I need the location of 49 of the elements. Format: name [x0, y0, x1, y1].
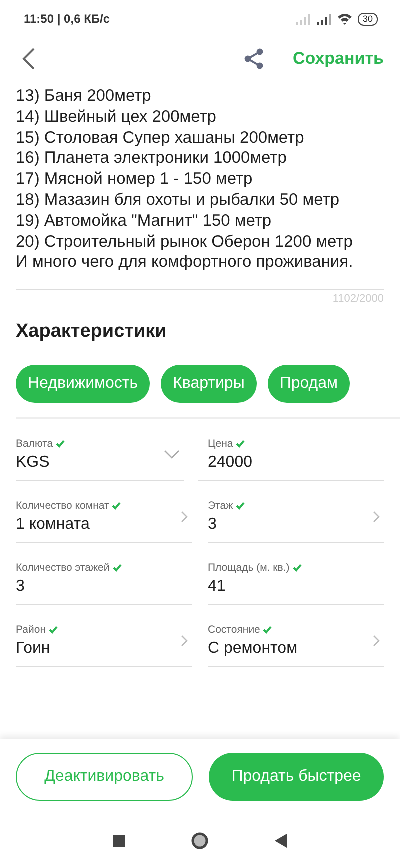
field-label: Состояние [208, 624, 260, 636]
description-line: 14) Швейный цех 200метр [16, 106, 218, 128]
signal-icon [316, 14, 332, 24]
chevron-right-icon [373, 510, 380, 523]
chevron-right-icon [181, 510, 188, 523]
form-field[interactable]: Количество комнат 1 комната [16, 491, 192, 544]
field-value: 1 комната [16, 516, 91, 534]
description-line: 19) Автомойка "Магнит" 150 метр [16, 210, 273, 232]
field-label: Площадь (м. кв.) [208, 562, 290, 574]
field-label: Количество комнат [16, 500, 110, 512]
home-icon[interactable] [191, 832, 209, 850]
description-line: 20) Строительный рынок Оберон 1200 метр [16, 232, 354, 252]
field-value: С ремонтом [208, 640, 298, 658]
description-line: 17) Мясной номер 1 - 150 метр [16, 169, 254, 190]
section-title: Характеристики [15, 320, 168, 344]
chevron-right-icon [373, 634, 380, 647]
description-line: И много чего для комфортного проживания. [16, 252, 354, 274]
description-line: 16) Планета электроники 1000метр [16, 148, 288, 170]
form-field[interactable]: Количество этажей 3 [16, 553, 192, 606]
form-field[interactable]: Площадь (м. кв.) 41 [208, 553, 384, 606]
back-icon[interactable] [22, 48, 36, 70]
description-line: 15) Столовая Супер хашаны 200метр [16, 128, 306, 148]
battery-icon: 30 [358, 12, 378, 26]
form-field[interactable]: Валюта KGS [16, 429, 184, 482]
share-icon[interactable] [242, 48, 265, 70]
field-label: Район [16, 624, 46, 636]
chevron-right-icon [181, 634, 188, 647]
description-line: 13) Баня 200метр [16, 86, 152, 107]
field-label: Количество этажей [16, 562, 110, 574]
field-value: 24000 [208, 454, 252, 472]
signal-icon [294, 14, 311, 24]
description-line: 18) Мазазин бля охоты и рыбалки 50 метр [16, 190, 340, 211]
form-field[interactable]: Район Гоин [16, 615, 192, 668]
field-label: Цена [208, 438, 234, 450]
field-label: Валюта [16, 438, 54, 450]
back-icon[interactable] [275, 834, 287, 848]
form-field[interactable]: Цена 24000 [198, 429, 384, 482]
field-value: KGS [16, 454, 51, 472]
chevron-down-icon [164, 450, 180, 460]
form-field[interactable]: Состояние С ремонтом [208, 615, 384, 668]
field-value: 41 [208, 578, 227, 596]
wifi-icon [336, 13, 353, 25]
field-label: Этаж [208, 500, 234, 512]
field-value: 3 [16, 578, 26, 596]
recents-icon[interactable] [113, 834, 125, 846]
field-value: 3 [208, 516, 218, 534]
status-time: 11:50 | 0,6 КБ/с [24, 12, 110, 26]
field-value: Гоин [16, 640, 52, 658]
form-field[interactable]: Этаж 3 [208, 491, 384, 544]
